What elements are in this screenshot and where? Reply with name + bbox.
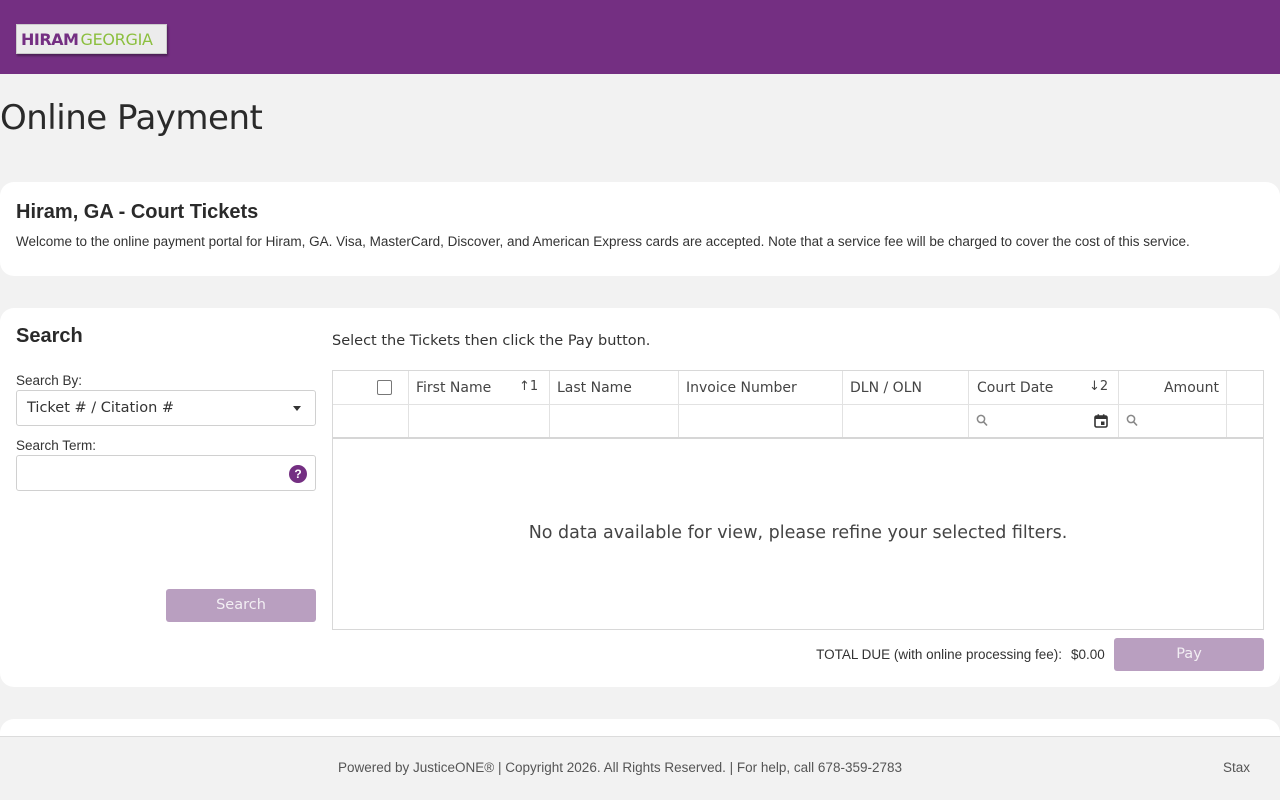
col-dln-oln[interactable]: DLN / OLN <box>843 371 969 404</box>
col-amount-label: Amount <box>1163 380 1219 396</box>
pay-button[interactable]: Pay <box>1114 638 1264 671</box>
sort-asc-icon: ↑1 <box>519 379 539 394</box>
search-icon <box>1126 414 1138 427</box>
logo-text-georgia: GEORGIA <box>80 29 153 49</box>
filter-amount[interactable] <box>1119 405 1227 437</box>
search-by-select[interactable]: Ticket # / Citation # <box>16 390 316 426</box>
grid-instruction: Select the Tickets then click the Pay bu… <box>332 333 651 349</box>
intro-card: Hiram, GA - Court Tickets Welcome to the… <box>0 182 1280 276</box>
top-header-bar: HIRAM GEORGIA <box>0 0 1280 74</box>
intro-title: Hiram, GA - Court Tickets <box>16 201 259 223</box>
logo-text-hiram: HIRAM <box>21 29 79 49</box>
footer-copyright: Powered by JusticeONE® | Copyright 2026.… <box>338 760 902 775</box>
search-by-selected-value: Ticket # / Citation # <box>27 400 175 416</box>
col-last-name[interactable]: Last Name <box>550 371 679 404</box>
filter-last-name[interactable] <box>550 405 679 437</box>
grid-empty-message: No data available for view, please refin… <box>528 523 1068 543</box>
search-section-title: Search <box>16 325 83 347</box>
col-court-date[interactable]: Court Date ↓2 <box>969 371 1119 404</box>
search-button[interactable]: Search <box>166 589 316 622</box>
col-invoice-number-label: Invoice Number <box>686 380 797 396</box>
grid-header-row: First Name ↑1 Last Name Invoice Number D… <box>333 371 1263 405</box>
help-icon[interactable]: ? <box>289 465 307 483</box>
footer: Powered by JusticeONE® | Copyright 2026.… <box>0 736 1280 800</box>
tickets-grid: First Name ↑1 Last Name Invoice Number D… <box>332 370 1264 630</box>
search-by-label: Search By: <box>16 373 83 388</box>
search-term-input[interactable]: ? <box>16 455 316 491</box>
page-title: Online Payment <box>0 98 263 138</box>
filter-first-name[interactable] <box>409 405 550 437</box>
filter-spacer <box>1227 405 1263 437</box>
col-first-name-label: First Name <box>416 380 492 396</box>
filter-select <box>333 405 409 437</box>
col-select <box>333 371 409 404</box>
total-due-label: TOTAL DUE (with online processing fee): <box>816 647 1062 662</box>
search-payment-card: Search Search By: Ticket # / Citation # … <box>0 308 1280 687</box>
col-court-date-label: Court Date <box>977 380 1054 396</box>
footer-stax-link[interactable]: Stax <box>1223 760 1250 775</box>
total-due-value: $0.00 <box>1071 647 1105 662</box>
col-amount[interactable]: Amount <box>1119 371 1227 404</box>
select-all-checkbox[interactable] <box>377 380 392 395</box>
sort-desc-icon: ↓2 <box>1089 379 1109 394</box>
filter-court-date[interactable] <box>969 405 1119 437</box>
col-invoice-number[interactable]: Invoice Number <box>679 371 843 404</box>
intro-text: Welcome to the online payment portal for… <box>16 234 1190 249</box>
calendar-icon[interactable] <box>1094 414 1108 428</box>
search-term-label: Search Term: <box>16 438 97 453</box>
caret-down-icon <box>293 406 301 411</box>
col-first-name[interactable]: First Name ↑1 <box>409 371 550 404</box>
col-dln-oln-label: DLN / OLN <box>850 380 922 396</box>
filter-invoice-number[interactable] <box>679 405 843 437</box>
search-icon <box>976 414 988 427</box>
col-spacer <box>1227 371 1263 404</box>
filter-dln-oln[interactable] <box>843 405 969 437</box>
hiram-georgia-logo[interactable]: HIRAM GEORGIA <box>16 24 167 54</box>
col-last-name-label: Last Name <box>557 380 632 396</box>
grid-filter-row <box>333 405 1263 439</box>
